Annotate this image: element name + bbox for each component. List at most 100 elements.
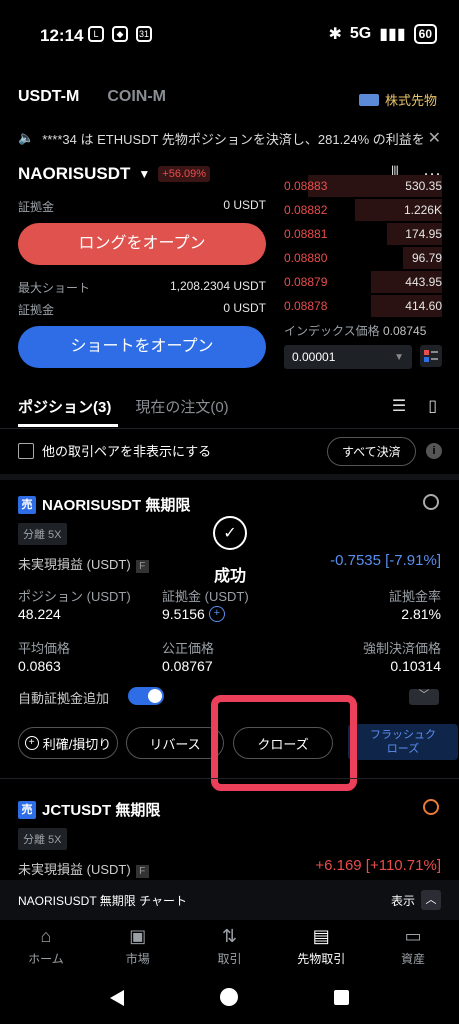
- ask-price: 0.08882: [284, 203, 328, 217]
- order-book-row[interactable]: 0.08880 96.79: [284, 246, 442, 270]
- nav-futures[interactable]: ▤ 先物取引: [275, 922, 367, 982]
- caret-down-icon: ▼: [394, 351, 404, 363]
- announcement-ticker[interactable]: 🔈 ****34 は ETHUSDT 先物ポジションを決済し、281.24% の…: [0, 124, 459, 152]
- check-icon: ✓: [213, 516, 247, 550]
- bottom-nav: ⌂ ホーム ▣ 市場 ⇅ 取引 ▤ 先物取引 ▭ 資産: [0, 922, 459, 982]
- nav-home-label: ホーム: [28, 952, 64, 966]
- tab-open-orders[interactable]: 現在の注文(0): [135, 396, 228, 417]
- auto-margin-toggle[interactable]: [128, 687, 164, 705]
- nav-futures-label: 先物取引: [297, 952, 346, 966]
- status-notification-icons: L ◆ 31: [88, 26, 152, 42]
- open-long-button[interactable]: ロングをオープン: [18, 223, 266, 265]
- nav-trade[interactable]: ⇅ 取引: [184, 922, 276, 982]
- margin-mode-tag: 分離 5X: [18, 523, 67, 545]
- plus-circle-icon: +: [24, 736, 39, 750]
- max-short-value: 1,208.2304 USDT: [169, 279, 266, 293]
- ask-price: 0.08881: [284, 227, 328, 241]
- share-icon[interactable]: [423, 494, 439, 510]
- section-divider: [0, 474, 459, 480]
- tab-coin-m[interactable]: COIN-M: [107, 88, 166, 106]
- success-text: 成功: [213, 568, 246, 585]
- ask-price: 0.08879: [284, 275, 328, 289]
- nav-assets[interactable]: ▭ 資産: [367, 922, 459, 982]
- ask-qty: 96.79: [411, 251, 442, 265]
- index-price-label: インデックス価格: [284, 324, 380, 338]
- document-icon[interactable]: ▯: [428, 396, 437, 416]
- stock-futures-icon: [358, 93, 379, 106]
- close-all-button[interactable]: すべて決済: [327, 437, 416, 466]
- order-book-row[interactable]: 0.08882 1.226K: [284, 198, 442, 222]
- wallet-icon: ▭: [404, 926, 422, 946]
- hide-pairs-checkbox[interactable]: [18, 442, 34, 459]
- tab-positions[interactable]: ポジション(3): [18, 396, 111, 417]
- pnl2-label-row: 未実現損益 (USDT) F: [18, 859, 149, 878]
- margin-mode-tag: 分離 5X: [18, 828, 67, 850]
- status-time: 12:14: [40, 26, 84, 45]
- pair-selector[interactable]: NAORISUSDT ▼ +56.09%: [18, 164, 211, 184]
- speaker-icon: 🔈: [18, 130, 35, 145]
- margin-label: 証拠金 (USDT): [162, 589, 249, 604]
- ticker-text: ****34 は ETHUSDT 先物ポジションを決済し、281.24% の利益…: [42, 131, 425, 147]
- chat-icon: ◆: [112, 26, 128, 42]
- position-size-label: ポジション (USDT): [18, 589, 131, 604]
- order-book-row[interactable]: 0.08878 414.60: [284, 294, 442, 318]
- info-icon[interactable]: i: [426, 443, 442, 459]
- position-header: 売 NAORISUSDT 無期限: [18, 494, 190, 515]
- back-icon[interactable]: [108, 988, 126, 1008]
- flash-close-button[interactable]: フラッシュク ローズ: [348, 724, 458, 760]
- sort-icon[interactable]: ☰: [392, 396, 406, 416]
- avg-price-value: 0.0863: [18, 658, 61, 674]
- tp-sl-label: 利確/損切り: [42, 736, 112, 752]
- recents-icon[interactable]: [334, 990, 349, 1005]
- signal-icon: ▮▮▮: [379, 26, 406, 43]
- bluetooth-icon: ✱: [328, 26, 342, 43]
- order-book-row[interactable]: 0.08879 443.95: [284, 270, 442, 294]
- divider: [0, 778, 459, 779]
- precision-value: 0.00001: [292, 350, 336, 364]
- index-price: インデックス価格 0.08745: [284, 322, 426, 339]
- market-type-tabs: USDT-M COIN-M: [18, 88, 166, 106]
- index-price-value: 0.08745: [383, 324, 427, 338]
- open-short-button[interactable]: ショートをオープン: [18, 326, 266, 368]
- hide-other-pairs[interactable]: 他の取引ペアを非表示にする: [18, 441, 211, 460]
- chart-show-label[interactable]: 表示: [391, 892, 415, 909]
- position-tab-icons: ☰ ▯: [392, 396, 437, 416]
- tp-sl-button[interactable]: + 利確/損切り: [18, 727, 118, 759]
- nav-trade-label: 取引: [217, 952, 242, 966]
- chart-bar[interactable]: NAORISUSDT 無期限 チャート 表示 ︿: [0, 880, 459, 920]
- liq-price-value: 0.10314: [390, 658, 441, 674]
- expand-chevron-icon[interactable]: ﹀: [409, 689, 439, 705]
- orderbook-layout-icon[interactable]: [420, 345, 442, 367]
- tab-usdt-m[interactable]: USDT-M: [18, 88, 79, 106]
- reverse-button[interactable]: リバース: [126, 727, 224, 759]
- ask-qty: 1.226K: [403, 203, 442, 217]
- home-circle-icon[interactable]: [220, 988, 238, 1006]
- share-icon[interactable]: [423, 799, 439, 815]
- short-margin-value: 0 USDT: [223, 301, 266, 315]
- order-book-row[interactable]: 0.08883 530.35: [284, 174, 442, 198]
- margin-ratio-value: 2.81%: [401, 606, 441, 622]
- precision-dropdown[interactable]: 0.00001 ▼: [284, 345, 412, 369]
- stock-futures-link[interactable]: 株式先物: [358, 90, 437, 109]
- pair-change-badge: +56.09%: [158, 166, 211, 182]
- margin-value-row: 9.5156 +: [162, 606, 225, 622]
- ask-qty: 414.60: [405, 299, 442, 313]
- caret-down-icon: ▼: [138, 167, 151, 181]
- status-right-icons: ✱ 5G ▮▮▮ 60: [328, 24, 437, 44]
- chevron-up-icon[interactable]: ︿: [421, 890, 441, 910]
- position-tabs: ポジション(3) 現在の注文(0): [18, 396, 229, 417]
- pnl-value: -0.7535 [-7.91%]: [330, 552, 441, 569]
- active-tab-indicator: [18, 424, 118, 427]
- divider: [0, 428, 459, 429]
- network-label: 5G: [349, 25, 372, 42]
- calendar-icon: 31: [136, 26, 152, 42]
- home-icon: ⌂: [40, 926, 52, 946]
- highlight-annotation: [211, 695, 357, 791]
- order-book-row[interactable]: 0.08881 174.95: [284, 222, 442, 246]
- nav-market[interactable]: ▣ 市場: [92, 922, 184, 982]
- long-margin-value: 0 USDT: [223, 198, 266, 212]
- nav-home[interactable]: ⌂ ホーム: [0, 922, 92, 982]
- avg-price-label: 平均価格: [18, 641, 71, 656]
- add-margin-icon[interactable]: +: [208, 606, 225, 622]
- close-icon[interactable]: ✕: [428, 128, 441, 148]
